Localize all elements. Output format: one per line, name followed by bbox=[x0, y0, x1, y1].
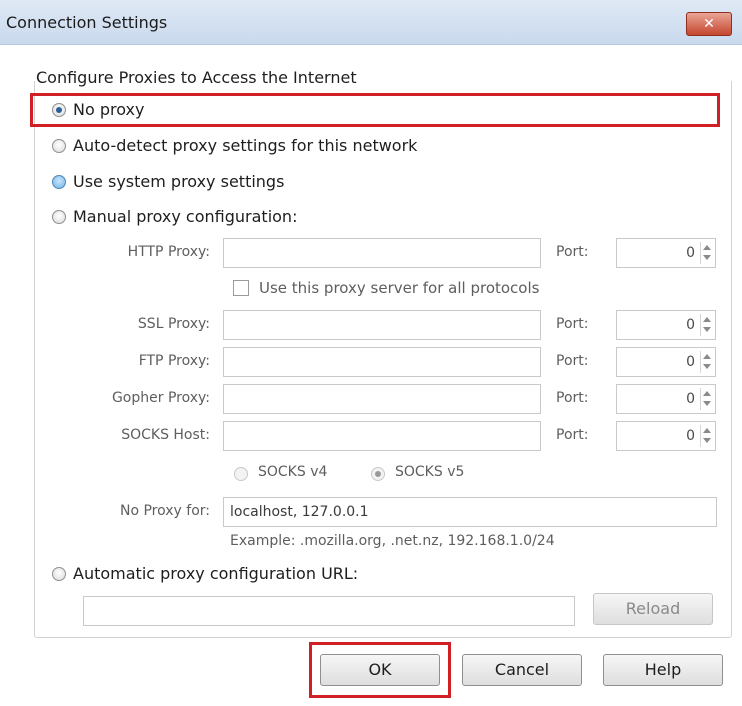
close-icon: ✕ bbox=[703, 16, 715, 32]
window-title: Connection Settings bbox=[6, 13, 168, 32]
close-button[interactable]: ✕ bbox=[686, 12, 732, 36]
manual-proxy-radio[interactable] bbox=[52, 210, 66, 224]
reload-button[interactable]: Reload bbox=[593, 593, 713, 625]
gopher-port-spinner[interactable]: 0 bbox=[616, 384, 716, 414]
socks-v4-label: SOCKS v4 bbox=[258, 464, 328, 480]
spinner-arrows-icon[interactable] bbox=[700, 314, 713, 336]
auto-url-input[interactable] bbox=[83, 596, 575, 626]
auto-detect-label: Auto-detect proxy settings for this netw… bbox=[73, 136, 418, 155]
ftp-proxy-label: FTP Proxy: bbox=[138, 353, 210, 369]
ftp-port-value: 0 bbox=[686, 354, 695, 370]
ssl-port-spinner[interactable]: 0 bbox=[616, 310, 716, 340]
gopher-port-label: Port: bbox=[556, 390, 589, 406]
auto-url-radio[interactable] bbox=[52, 567, 66, 581]
spinner-arrows-icon[interactable] bbox=[700, 425, 713, 447]
http-port-label: Port: bbox=[556, 244, 589, 260]
gopher-proxy-input[interactable] bbox=[223, 384, 541, 414]
ssl-proxy-label: SSL Proxy: bbox=[137, 316, 210, 332]
auto-url-label: Automatic proxy configuration URL: bbox=[73, 564, 359, 583]
use-for-all-checkbox[interactable] bbox=[233, 280, 249, 296]
group-title: Configure Proxies to Access the Internet bbox=[36, 68, 357, 87]
manual-proxy-label: Manual proxy configuration: bbox=[73, 207, 298, 226]
use-for-all-label: Use this proxy server for all protocols bbox=[259, 279, 540, 297]
system-proxy-label: Use system proxy settings bbox=[73, 172, 285, 191]
socks-port-spinner[interactable]: 0 bbox=[616, 421, 716, 451]
auto-detect-radio[interactable] bbox=[52, 139, 66, 153]
socks-v5-label: SOCKS v5 bbox=[395, 464, 465, 480]
socks-port-label: Port: bbox=[556, 427, 589, 443]
title-bar: Connection Settings ✕ bbox=[0, 0, 742, 45]
ftp-proxy-input[interactable] bbox=[223, 347, 541, 377]
cancel-button[interactable]: Cancel bbox=[462, 654, 582, 686]
socks-host-input[interactable] bbox=[223, 421, 541, 451]
http-port-value: 0 bbox=[686, 245, 695, 261]
ssl-proxy-input[interactable] bbox=[223, 310, 541, 340]
socks-v4-radio[interactable] bbox=[234, 467, 248, 481]
spinner-arrows-icon[interactable] bbox=[700, 388, 713, 410]
http-proxy-label: HTTP Proxy: bbox=[127, 244, 210, 260]
socks-v5-radio[interactable] bbox=[371, 467, 385, 481]
ssl-port-label: Port: bbox=[556, 316, 589, 332]
ssl-port-value: 0 bbox=[686, 317, 695, 333]
http-port-spinner[interactable]: 0 bbox=[616, 238, 716, 268]
spinner-arrows-icon[interactable] bbox=[700, 242, 713, 264]
ok-button[interactable]: OK bbox=[320, 654, 440, 686]
help-button[interactable]: Help bbox=[603, 654, 723, 686]
no-proxy-radio[interactable] bbox=[52, 103, 66, 117]
spinner-arrows-icon[interactable] bbox=[700, 351, 713, 373]
ftp-port-spinner[interactable]: 0 bbox=[616, 347, 716, 377]
system-proxy-radio[interactable] bbox=[52, 175, 66, 189]
http-proxy-input[interactable] bbox=[223, 238, 541, 268]
no-proxy-label: No proxy bbox=[73, 100, 145, 119]
no-proxy-for-label: No Proxy for: bbox=[119, 503, 210, 519]
socks-host-label: SOCKS Host: bbox=[121, 427, 210, 443]
no-proxy-example: Example: .mozilla.org, .net.nz, 192.168.… bbox=[230, 533, 555, 549]
no-proxy-for-input[interactable]: localhost, 127.0.0.1 bbox=[223, 497, 717, 527]
ftp-port-label: Port: bbox=[556, 353, 589, 369]
connection-settings-dialog: Connection Settings ✕ Configure Proxies … bbox=[0, 0, 742, 706]
gopher-proxy-label: Gopher Proxy: bbox=[111, 390, 210, 406]
gopher-port-value: 0 bbox=[686, 391, 695, 407]
socks-port-value: 0 bbox=[686, 428, 695, 444]
